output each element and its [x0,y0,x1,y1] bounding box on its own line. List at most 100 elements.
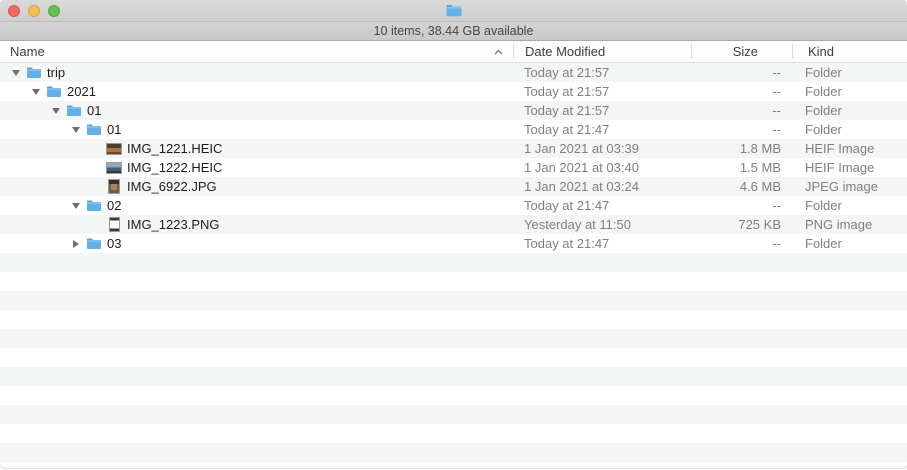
disclosure-triangle-expanded[interactable] [12,70,20,76]
empty-row [0,253,907,272]
column-label: Size [733,44,758,59]
disclosure-slot [70,127,82,133]
minimize-button[interactable] [28,5,40,17]
item-size: -- [690,120,790,139]
item-date-modified: Today at 21:57 [513,82,690,101]
item-date-modified: 1 Jan 2021 at 03:24 [513,177,690,196]
item-kind: Folder [790,82,907,101]
folder-proxy-icon[interactable] [445,3,463,18]
empty-row [0,367,907,386]
name-cell: 01 [0,101,513,120]
item-date-modified: 1 Jan 2021 at 03:39 [513,139,690,158]
item-kind: PNG image [790,215,907,234]
folder-icon [26,65,42,81]
title-bar[interactable] [0,0,907,22]
folder-icon [66,103,82,119]
empty-row [0,443,907,462]
item-kind: Folder [790,196,907,215]
file-row[interactable]: IMG_1221.HEIC1 Jan 2021 at 03:391.8 MBHE… [0,139,907,158]
column-header-date-modified[interactable]: Date Modified [514,41,691,62]
column-header-name[interactable]: Name [0,41,513,62]
item-kind: HEIF Image [790,139,907,158]
item-date-modified: 1 Jan 2021 at 03:40 [513,158,690,177]
name-cell: IMG_6922.JPG [0,177,513,196]
file-thumbnail-icon [106,179,122,195]
item-date-modified: Today at 21:47 [513,196,690,215]
file-row[interactable]: 01 Today at 21:57--Folder [0,101,907,120]
column-label: Kind [808,44,834,59]
status-bar: 10 items, 38.44 GB available [0,22,907,41]
column-label: Name [10,44,45,59]
item-size: 4.6 MB [690,177,790,196]
item-kind: JPEG image [790,177,907,196]
empty-row [0,348,907,367]
name-cell: IMG_1222.HEIC [0,158,513,177]
finder-window: 10 items, 38.44 GB available Name Date M… [0,0,907,468]
name-cell: IMG_1223.PNG [0,215,513,234]
empty-row [0,291,907,310]
file-row[interactable]: IMG_1222.HEIC1 Jan 2021 at 03:401.5 MBHE… [0,158,907,177]
close-button[interactable] [8,5,20,17]
item-size: -- [690,101,790,120]
item-date-modified: Yesterday at 11:50 [513,215,690,234]
name-cell: 03 [0,234,513,253]
item-date-modified: Today at 21:57 [513,63,690,82]
file-thumbnail-icon [106,160,122,176]
item-size: -- [690,82,790,101]
zoom-button[interactable] [48,5,60,17]
column-header-row: Name Date Modified Size Kind [0,41,907,63]
empty-row [0,386,907,405]
file-row[interactable]: 01 Today at 21:47--Folder [0,120,907,139]
empty-row [0,424,907,443]
empty-row [0,462,907,468]
item-date-modified: Today at 21:47 [513,120,690,139]
name-cell: 2021 [0,82,513,101]
status-text: 10 items, 38.44 GB available [374,24,534,38]
name-cell: 02 [0,196,513,215]
item-date-modified: Today at 21:47 [513,234,690,253]
item-kind: Folder [790,63,907,82]
column-header-size[interactable]: Size [692,41,792,62]
file-row[interactable]: IMG_1223.PNGYesterday at 11:50725 KBPNG … [0,215,907,234]
file-row[interactable]: IMG_6922.JPG1 Jan 2021 at 03:244.6 MBJPE… [0,177,907,196]
disclosure-triangle-expanded[interactable] [32,89,40,95]
disclosure-triangle-expanded[interactable] [52,108,60,114]
chevron-up-icon [494,49,503,55]
name-cell: IMG_1221.HEIC [0,139,513,158]
folder-icon [86,198,102,214]
disclosure-slot [50,108,62,114]
folder-icon [86,236,102,252]
name-cell: 01 [0,120,513,139]
item-name: 01 [107,120,121,139]
item-name: 2021 [67,82,96,101]
folder-icon [86,122,102,138]
disclosure-triangle-expanded[interactable] [72,127,80,133]
item-name: 03 [107,234,121,253]
file-thumbnail-icon [106,141,122,157]
name-cell: trip [0,63,513,82]
item-kind: Folder [790,120,907,139]
disclosure-triangle-collapsed[interactable] [73,240,79,248]
file-row[interactable]: 03Today at 21:47--Folder [0,234,907,253]
disclosure-slot [30,89,42,95]
item-name: IMG_1222.HEIC [127,158,222,177]
file-thumbnail-icon [106,217,122,233]
item-size: -- [690,196,790,215]
file-row[interactable]: 02Today at 21:47--Folder [0,196,907,215]
file-row[interactable]: tripToday at 21:57--Folder [0,63,907,82]
column-header-kind[interactable]: Kind [793,41,907,62]
disclosure-slot [10,70,22,76]
item-name: IMG_1223.PNG [127,215,220,234]
item-kind: Folder [790,234,907,253]
empty-row [0,329,907,348]
item-date-modified: Today at 21:57 [513,101,690,120]
disclosure-slot [70,203,82,209]
file-row[interactable]: 2021 Today at 21:57--Folder [0,82,907,101]
empty-row [0,405,907,424]
disclosure-slot [70,240,82,248]
disclosure-triangle-expanded[interactable] [72,203,80,209]
file-list: tripToday at 21:57--Folder2021Today at 2… [0,63,907,468]
traffic-lights [8,0,60,21]
item-kind: Folder [790,101,907,120]
item-name: 01 [87,101,101,120]
